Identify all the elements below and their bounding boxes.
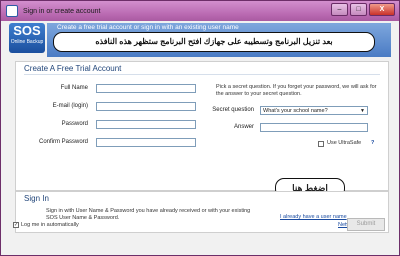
log-me-in-checkbox[interactable]: ✓	[13, 222, 19, 228]
email-input[interactable]	[96, 102, 196, 111]
secret-question-hint: Pick a secret question. If you forget yo…	[216, 84, 377, 97]
dialog-body: SOS Online Backup Create a free trial ac…	[7, 21, 393, 251]
existing-user-link[interactable]: I already have a user name	[280, 214, 347, 220]
minimize-button[interactable]: –	[331, 3, 348, 16]
confirm-password-input[interactable]	[96, 138, 196, 147]
email-label: E-mail (login)	[52, 103, 88, 109]
secret-question-label: Secret question	[212, 107, 254, 113]
secret-question-select[interactable]: What's your school name? ▼	[260, 106, 368, 115]
sign-in-text: Sign in with User Name & Password you ha…	[46, 208, 251, 221]
chevron-down-icon: ▼	[360, 108, 365, 114]
sos-logo: SOS Online Backup	[9, 23, 45, 53]
log-me-in-label: Log me in automatically	[21, 222, 79, 228]
app-window: Sign in or create account – □ X SOS Onli…	[0, 0, 400, 256]
maximize-button[interactable]: □	[350, 3, 367, 16]
logo-subtext: Online Backup	[10, 39, 44, 45]
full-name-label: Full Name	[60, 85, 88, 91]
submit-button[interactable]: Submit	[347, 218, 385, 231]
window-controls: – □ X	[331, 3, 395, 16]
close-button[interactable]: X	[369, 3, 395, 16]
create-account-panel: Create A Free Trial Account Full Name E-…	[15, 61, 389, 191]
password-input[interactable]	[96, 120, 196, 129]
logo-text: SOS	[13, 23, 41, 38]
title-bar: Sign in or create account – □ X	[1, 1, 399, 21]
confirm-password-label: Confirm Password	[38, 139, 88, 145]
header-text: Create a free trial account or sign in w…	[57, 24, 239, 31]
answer-input[interactable]	[260, 123, 368, 132]
create-account-title: Create A Free Trial Account	[24, 64, 122, 73]
ultrasafe-label: Use UltraSafe	[327, 140, 362, 146]
ultrasafe-checkbox[interactable]	[318, 141, 324, 147]
sign-in-title: Sign In	[24, 194, 49, 203]
answer-label: Answer	[233, 124, 254, 130]
window-title: Sign in or create account	[23, 7, 101, 15]
full-name-input[interactable]	[96, 84, 196, 93]
arabic-annotation-top: بعد تنزيل البرنامج وتسطيبه على جهازك افت…	[53, 32, 375, 52]
divider	[24, 74, 380, 75]
app-icon	[6, 5, 18, 17]
help-icon[interactable]: ?	[371, 140, 374, 147]
password-label: Password	[61, 121, 88, 127]
secret-question-value: What's your school name?	[263, 108, 328, 114]
